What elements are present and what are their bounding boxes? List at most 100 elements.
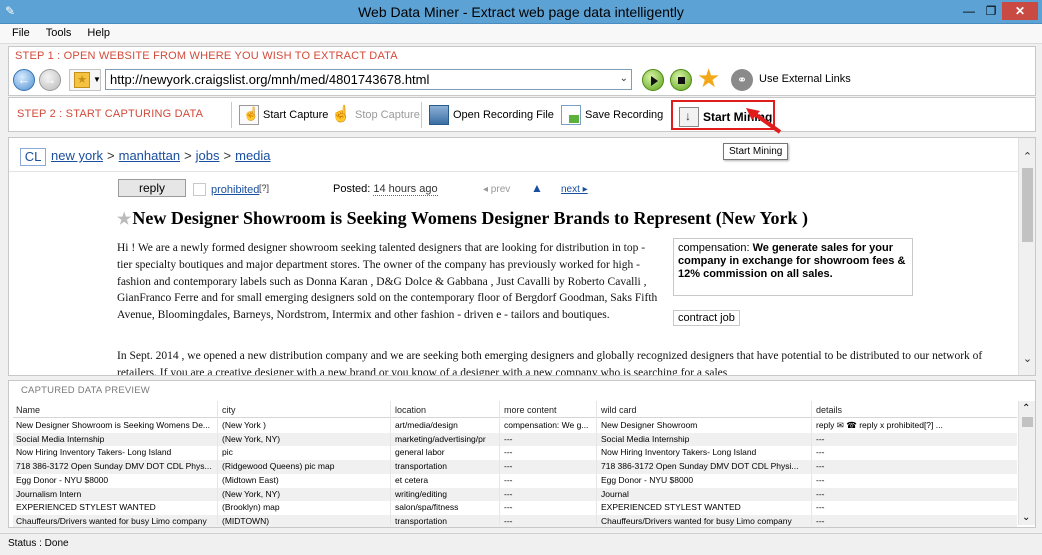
step2-label: STEP 2 : START CAPTURING DATA [17,108,204,120]
table-cell: Social Media Internship [16,433,105,444]
crumb-manhattan[interactable]: manhattan [119,148,180,163]
open-recording-button[interactable]: Open Recording File [429,103,554,127]
crumb-jobs[interactable]: jobs [196,148,220,163]
table-cell: (New York, NY) [222,488,281,499]
prev-link[interactable]: ◂ prev [483,184,510,195]
table-header: Name city location more content wild car… [13,401,1017,418]
column-header[interactable]: location [392,405,498,415]
table-cell: et cetera [395,474,429,485]
link-chain-icon: ⚭ [731,69,753,91]
table-row[interactable]: New Designer Showroom is Seeking Womens … [13,419,1017,433]
column-header[interactable]: wild card [598,405,810,415]
url-input[interactable]: http://newyork.craigslist.org/mnh/med/48… [105,69,632,90]
table-cell: EXPERIENCED STYLEST WANTED [601,502,741,513]
table-row[interactable]: Now Hiring Inventory Takers- Long Island… [13,446,1017,460]
menu-file[interactable]: File [0,24,38,39]
table-cell: transportation [395,515,447,526]
column-divider[interactable] [390,401,391,525]
column-header[interactable]: Name [13,405,217,415]
posting-title: ★New Designer Showroom is Seeking Womens… [117,208,808,229]
posted-time: Posted: 14 hours ago [333,183,438,196]
table-cell: --- [816,447,825,458]
table-cell: --- [816,515,825,526]
table-row[interactable]: Egg Donor - NYU $8000 (Midtown East) et ce… [13,474,1017,488]
table-cell: Now Hiring Inventory Takers- Long Island [16,447,172,458]
table-cell: 718 386-3172 Open Sunday DMV DOT CDL Phy… [601,461,799,472]
forward-arrow-icon[interactable]: → [39,69,61,91]
go-play-icon[interactable] [642,69,664,91]
capture-hand-icon [239,105,259,125]
table-cell: Journal [601,488,629,499]
url-text: http://newyork.craigslist.org/mnh/med/48… [110,72,430,87]
back-arrow-icon[interactable]: ← [13,69,35,91]
scroll-thumb[interactable] [1022,417,1033,427]
prohibited-link[interactable]: prohibited [211,184,259,196]
table-cell: Chauffeurs/Drivers wanted for busy Limo … [601,515,792,526]
table-cell: --- [816,474,825,485]
table-cell: Journalism Intern [16,488,82,499]
stop-capture-button[interactable]: ☝ Stop Capture [331,103,420,127]
maximize-button[interactable]: ❐ [980,2,1002,20]
table-row[interactable]: EXPERIENCED STYLEST WANTED (Brooklyn) map… [13,501,1017,515]
up-arrow-icon[interactable]: ▲ [531,181,543,196]
scroll-down-icon[interactable]: ⌄ [1019,352,1035,365]
table-cell: reply ✉ ☎ reply x prohibited[?] ... [816,420,943,430]
stop-capture-icon: ☝ [331,106,351,123]
table-cell: --- [504,488,513,499]
start-mining-tooltip: Start Mining [723,143,789,160]
compensation-box: compensation: We generate sales for your… [673,238,913,296]
reply-button[interactable]: reply [118,179,186,197]
column-divider[interactable] [217,401,218,525]
table-row[interactable]: 718 386-3172 Open Sunday DMV DOT CDL Phy… [13,460,1017,474]
close-button[interactable]: ✕ [1002,2,1038,20]
start-capture-button[interactable]: Start Capture [239,103,328,127]
scroll-down-icon[interactable]: ⌄ [1022,512,1030,523]
table-cell: --- [504,502,513,513]
table-row[interactable]: Chauffeurs/Drivers wanted for busy Limo … [13,514,1017,527]
crumb-new-york[interactable]: new york [51,148,103,163]
flag-checkbox[interactable] [193,183,206,196]
column-divider[interactable] [811,401,812,525]
step1-label: STEP 1 : OPEN WEBSITE FROM WHERE YOU WIS… [15,50,398,62]
column-header[interactable]: more content [501,405,595,415]
add-favorite-star-icon[interactable]: ★ [697,65,720,91]
column-header[interactable]: city [219,405,389,415]
compensation-label: compensation: [678,242,750,254]
table-cell: --- [504,433,513,444]
craigslist-logo[interactable]: CL [20,148,46,166]
crumb-media[interactable]: media [235,148,270,163]
minimize-button[interactable]: — [958,2,980,20]
favorites-dropdown[interactable]: ★ ▼ [69,69,101,91]
table-cell: transportation [395,461,447,472]
menu-tools[interactable]: Tools [38,24,80,39]
stop-capture-label: Stop Capture [355,109,420,121]
scroll-thumb[interactable] [1022,168,1033,242]
next-link[interactable]: next ▸ [561,184,588,195]
status-text: Status : Done [8,538,69,549]
url-dropdown-icon[interactable]: ⌄ [620,73,628,84]
column-header[interactable]: details [813,405,998,415]
preview-table[interactable]: Name city location more content wild car… [13,401,1017,527]
column-divider[interactable] [596,401,597,525]
preview-scrollbar[interactable]: ⌃ ⌄ [1018,401,1035,525]
scroll-up-icon[interactable]: ⌃ [1022,403,1030,414]
stop-icon[interactable] [670,69,692,91]
page-scrollbar[interactable]: ⌃ ⌄ [1018,138,1035,375]
posting-page: reply prohibited [?] Posted: 14 hours ag… [9,172,1019,375]
favorite-star-icon[interactable]: ★ [117,211,131,228]
table-cell: salon/spa/fitness [395,502,459,513]
prohibited-help[interactable]: [?] [259,183,269,193]
use-external-links-label: Use External Links [759,73,851,85]
column-divider[interactable] [499,401,500,525]
web-browser-view[interactable]: CL new york > manhattan > jobs > media reply p… [8,137,1036,376]
save-recording-button[interactable]: Save Recording [561,103,663,127]
table-cell: Egg Donor - NYU $8000 [16,474,109,485]
table-cell: (Brooklyn) map [222,502,280,513]
scroll-up-icon[interactable]: ⌃ [1019,150,1035,163]
captured-data-preview: CAPTURED DATA PREVIEW Name city location… [8,380,1036,528]
table-cell: --- [504,447,513,458]
table-row[interactable]: Journalism Intern (New York, NY) writing/e… [13,487,1017,502]
table-row[interactable]: Social Media Internship (New York, NY) mar… [13,432,1017,447]
table-cell: Now Hiring Inventory Takers- Long Island [601,447,757,458]
menu-help[interactable]: Help [79,24,118,39]
